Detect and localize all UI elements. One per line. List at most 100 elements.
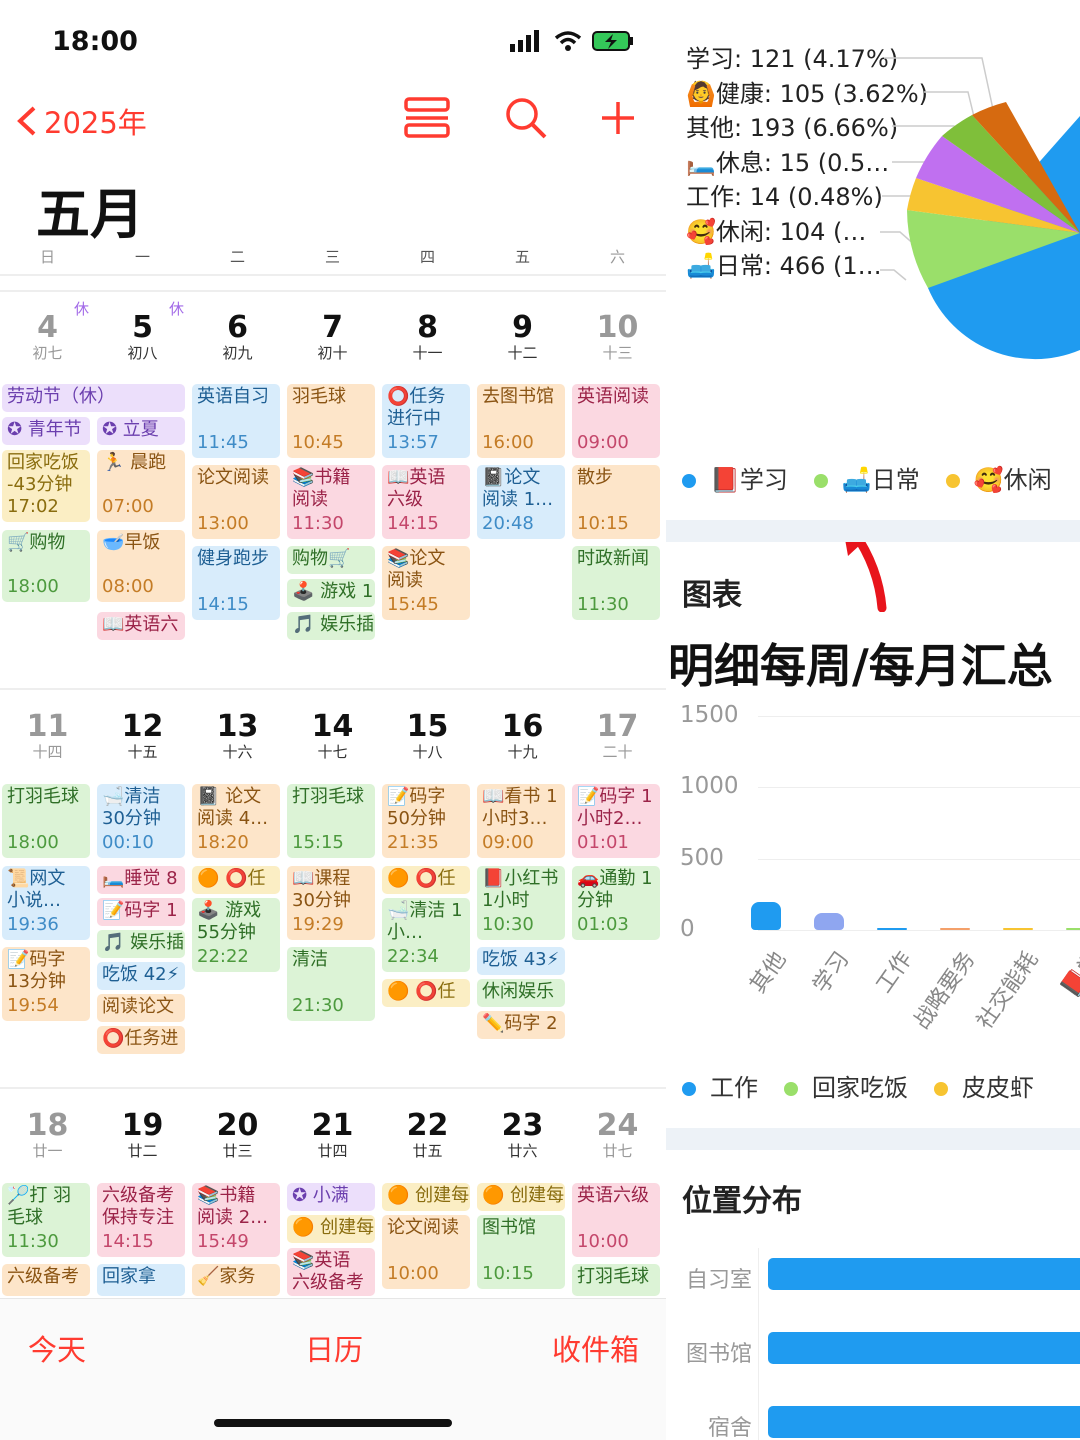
bar[interactable] xyxy=(751,902,781,930)
bar[interactable] xyxy=(877,928,907,930)
calendar-event[interactable]: 📜网文 小说… 19:36 xyxy=(2,866,90,940)
bar[interactable] xyxy=(1003,928,1033,930)
back-to-year-button[interactable]: 2025年 xyxy=(14,100,147,142)
legend-entry[interactable]: 皮皮虾 xyxy=(934,1068,1034,1103)
calendar-event[interactable]: 🕹️ 游戏 55分钟 22:22 xyxy=(192,898,280,972)
legend-entry[interactable]: 🛋️日常 xyxy=(813,460,920,495)
calendar-event[interactable]: 🏸打 羽毛球 11:30 xyxy=(2,1183,90,1257)
calendar-event[interactable]: 🟠 创建每 xyxy=(287,1215,375,1243)
calendar-event[interactable]: 📓 论文 阅读 4… 18:20 xyxy=(192,784,280,858)
calendar-event[interactable]: ✪ 青年节 xyxy=(2,417,90,445)
calendar-event[interactable]: 📖英语六 xyxy=(97,612,185,640)
calendar-event[interactable]: 时政新闻 11:30 xyxy=(572,546,660,620)
calendar-event[interactable]: 📝码字 50分钟 21:35 xyxy=(382,784,470,858)
calendar-event[interactable]: 散步 10:15 xyxy=(572,465,660,539)
day-cell[interactable]: 11 十四 xyxy=(0,711,95,762)
day-cell[interactable]: 23 廿六 xyxy=(475,1110,570,1161)
day-cell[interactable]: 10 十三 xyxy=(570,312,665,363)
calendar-event[interactable]: 🎵 娱乐插 xyxy=(287,612,375,640)
calendar-event[interactable]: 阅读论文 xyxy=(97,994,185,1022)
calendar-event[interactable]: ✪ 立夏 xyxy=(97,417,185,445)
calendar-event[interactable]: 🕹️ 游戏 1 xyxy=(287,579,375,607)
calendar-event[interactable]: 🎵 娱乐插 xyxy=(97,930,185,958)
day-cell[interactable]: 22 廿五 xyxy=(380,1110,475,1161)
tab-inbox[interactable]: 收件箱 xyxy=(552,1327,639,1369)
bar[interactable] xyxy=(814,912,844,930)
calendar-event[interactable]: 回家拿 xyxy=(97,1264,185,1296)
day-cell[interactable]: 5 初八休 xyxy=(95,300,190,362)
view-mode-button[interactable] xyxy=(404,96,450,144)
calendar-event[interactable]: 去图书馆 16:00 xyxy=(477,384,565,458)
day-cell[interactable]: 18 廿一 xyxy=(0,1110,95,1161)
calendar-event[interactable]: ⭕任务进 xyxy=(97,1026,185,1054)
calendar-event[interactable]: 🟠 ⭕任 xyxy=(192,866,280,894)
calendar-event[interactable]: 📝码字 13分钟 19:54 xyxy=(2,947,90,1021)
day-cell[interactable]: 9 十二 xyxy=(475,312,570,363)
tab-calendar[interactable]: 日历 xyxy=(305,1327,363,1369)
calendar-event[interactable]: 打羽毛球 18:00 xyxy=(2,784,90,858)
calendar-event[interactable]: 🟠 创建每 xyxy=(477,1183,565,1211)
calendar-event[interactable]: 🥣早饭 08:00 xyxy=(97,530,185,602)
legend-entry[interactable]: 工作 xyxy=(682,1068,758,1103)
calendar-event[interactable]: 🟠 ⭕任 xyxy=(382,979,470,1007)
legend-entry[interactable]: 📕学习 xyxy=(682,460,788,495)
legend-entry[interactable]: 🥰休闲 xyxy=(945,460,1052,495)
calendar-event[interactable]: ✪ 小满 xyxy=(287,1183,375,1211)
calendar-event[interactable]: 📝码字 1小时2… 01:01 xyxy=(572,784,660,858)
calendar-event[interactable]: 🛁清洁 1小… 22:34 xyxy=(382,898,470,972)
calendar-event[interactable]: 📚书籍 阅读 11:30 xyxy=(287,465,375,539)
day-cell[interactable]: 19 廿二 xyxy=(95,1110,190,1161)
calendar-event[interactable]: 打羽毛球 15:15 xyxy=(287,784,375,858)
calendar-event[interactable]: 健身跑步 14:15 xyxy=(192,546,280,620)
day-cell[interactable]: 20 廿三 xyxy=(190,1110,285,1161)
calendar-event[interactable]: 📓论文 阅读 1… 20:48 xyxy=(477,465,565,539)
day-cell[interactable]: 4 初七休 xyxy=(0,300,95,362)
day-cell[interactable]: 13 十六 xyxy=(190,711,285,762)
calendar-event[interactable]: 🛁清洁 30分钟 00:10 xyxy=(97,784,185,858)
calendar-event[interactable]: 📚论文 阅读 15:45 xyxy=(382,546,470,620)
calendar-event[interactable]: 📕小红书 1小时 10:30 xyxy=(477,866,565,940)
location-bar[interactable] xyxy=(768,1332,1080,1364)
calendar-event[interactable]: 📚书籍 阅读 2… 15:49 xyxy=(192,1183,280,1257)
calendar-event[interactable]: 论文阅读 13:00 xyxy=(192,465,280,539)
calendar-event[interactable]: 🧹家务 xyxy=(192,1264,280,1296)
calendar-event[interactable]: 英语阅读 09:00 xyxy=(572,384,660,458)
bar[interactable] xyxy=(1066,928,1080,930)
location-bar[interactable] xyxy=(768,1406,1080,1438)
calendar-event[interactable]: 吃饭 42⚡ xyxy=(97,962,185,990)
calendar-event[interactable]: 📖英语 六级 14:15 xyxy=(382,465,470,539)
calendar-event[interactable]: 休闲娱乐 xyxy=(477,979,565,1007)
day-cell[interactable]: 16 十九 xyxy=(475,711,570,762)
day-cell[interactable]: 7 初十 xyxy=(285,312,380,363)
calendar-event[interactable]: 🛒购物 18:00 xyxy=(2,530,90,602)
bar[interactable] xyxy=(940,928,970,930)
calendar-event[interactable]: 🟠 创建每 xyxy=(382,1183,470,1211)
calendar-event[interactable]: 📖看书 1小时3… 09:00 xyxy=(477,784,565,858)
day-cell[interactable]: 24 廿七 xyxy=(570,1110,665,1161)
day-cell[interactable]: 6 初九 xyxy=(190,312,285,363)
calendar-event[interactable]: 图书馆 10:15 xyxy=(477,1215,565,1289)
calendar-event[interactable]: 六级备考 xyxy=(2,1264,90,1296)
calendar-event[interactable]: 回家吃饭 -43分钟 17:02 xyxy=(2,450,90,522)
day-cell[interactable]: 17 二十 xyxy=(570,711,665,762)
calendar-event[interactable]: 🛏️睡觉 8 xyxy=(97,866,185,894)
calendar-event[interactable]: 📝码字 1 xyxy=(97,898,185,926)
calendar-event[interactable]: 论文阅读 10:00 xyxy=(382,1215,470,1289)
day-cell[interactable]: 8 十一 xyxy=(380,312,475,363)
calendar-event[interactable]: 羽毛球 10:45 xyxy=(287,384,375,458)
calendar-event[interactable]: 🚗通勤 1分钟 01:03 xyxy=(572,866,660,940)
calendar-event[interactable]: 六级备考 保持专注 14:15 xyxy=(97,1183,185,1257)
calendar-event[interactable]: 英语自习 11:45 xyxy=(192,384,280,458)
calendar-event[interactable]: ⭕任务 进行中 13:57 xyxy=(382,384,470,458)
calendar-event[interactable]: 劳动节（休） xyxy=(2,384,185,412)
calendar-event[interactable]: 清洁 21:30 xyxy=(287,947,375,1021)
calendar-event[interactable]: 吃饭 43⚡ xyxy=(477,947,565,975)
search-button[interactable] xyxy=(504,96,548,144)
legend-entry[interactable]: 回家吃饭 xyxy=(784,1068,908,1103)
day-cell[interactable]: 15 十八 xyxy=(380,711,475,762)
calendar-event[interactable]: 📖课程 30分钟 19:29 xyxy=(287,866,375,940)
calendar-event[interactable]: 🟠 ⭕任 xyxy=(382,866,470,894)
location-bar[interactable] xyxy=(768,1258,1080,1290)
day-cell[interactable]: 21 廿四 xyxy=(285,1110,380,1161)
calendar-event[interactable]: 英语六级 10:00 xyxy=(572,1183,660,1257)
